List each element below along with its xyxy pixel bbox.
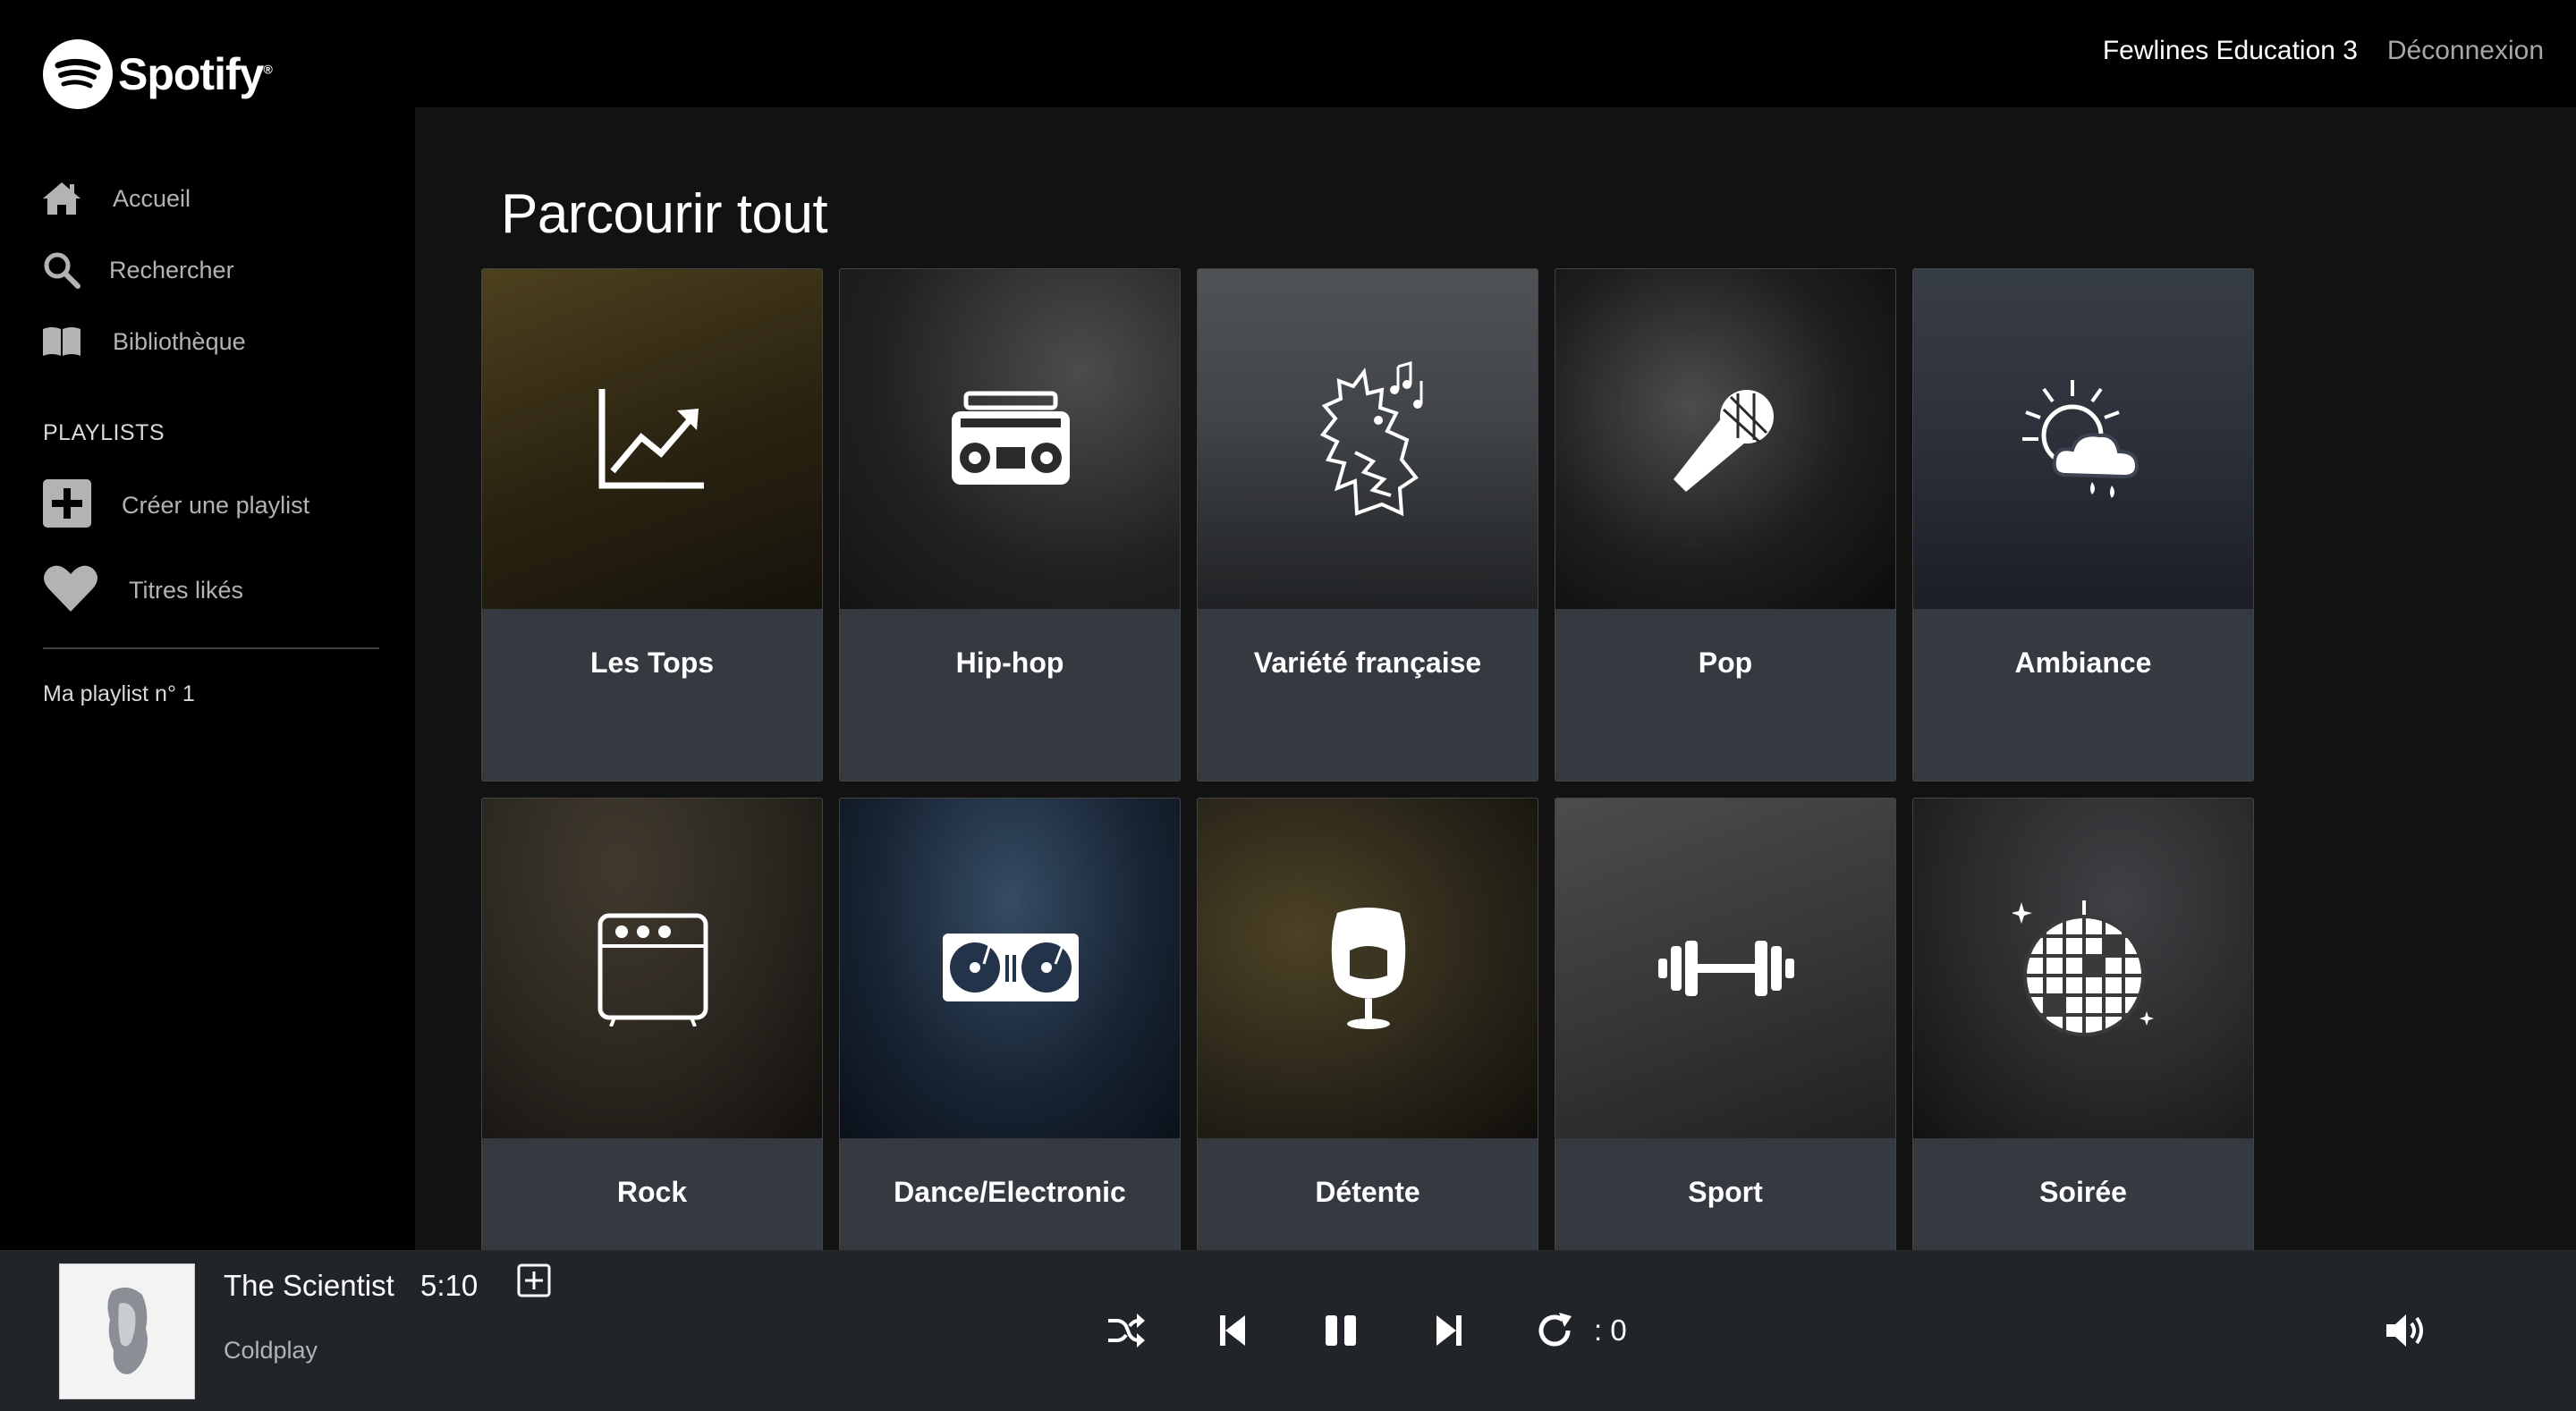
category-card-variete-francaise[interactable]: Variété française — [1197, 268, 1538, 782]
category-image — [840, 269, 1180, 609]
heart-icon — [43, 563, 98, 618]
category-image — [1555, 269, 1895, 609]
category-title: Détente — [1315, 1175, 1420, 1208]
category-image — [1913, 798, 2253, 1138]
shuffle-icon — [1108, 1314, 1145, 1348]
egg-chair-icon — [1331, 908, 1406, 1029]
category-card-soiree[interactable]: Soirée — [1912, 798, 2254, 1250]
category-card-les-tops[interactable]: Les Tops — [481, 268, 823, 782]
category-image — [1198, 798, 1538, 1138]
nav-item-accueil[interactable]: Accueil — [41, 163, 246, 234]
main-nav: Accueil Rechercher Bibliothèque — [41, 163, 246, 377]
category-card-sport[interactable]: Sport — [1555, 798, 1896, 1250]
main-content: Parcourir tout Les Tops Hip-hop Variété … — [415, 107, 2576, 1250]
microphone-icon — [1674, 390, 1774, 492]
user-name: Fewlines Education 3 — [2102, 36, 2358, 65]
sidebar-divider — [43, 647, 379, 649]
category-image — [1555, 798, 1895, 1138]
category-image — [482, 798, 822, 1138]
create-playlist-label: Créer une playlist — [122, 492, 310, 519]
track-duration: 5:10 — [420, 1269, 479, 1302]
nav-item-bibliotheque[interactable]: Bibliothèque — [41, 306, 246, 377]
category-image — [840, 798, 1180, 1138]
repeat-count: : 0 — [1594, 1314, 1627, 1347]
pause-button[interactable] — [1317, 1306, 1365, 1355]
category-card-pop[interactable]: Pop — [1555, 268, 1896, 782]
category-image — [482, 269, 822, 609]
category-title: Variété française — [1253, 646, 1482, 679]
category-card-ambiance[interactable]: Ambiance — [1912, 268, 2254, 782]
playlist-item[interactable]: Ma playlist n° 1 — [43, 681, 195, 707]
nav-item-rechercher[interactable]: Rechercher — [41, 234, 246, 306]
add-square-outline-icon — [517, 1263, 551, 1297]
playlists-heading: PLAYLISTS — [43, 420, 165, 445]
category-grid: Les Tops Hip-hop Variété française Pop A… — [481, 268, 2254, 1250]
previous-button[interactable] — [1209, 1306, 1258, 1355]
shuffle-button[interactable] — [1102, 1306, 1150, 1355]
volume-button[interactable] — [2383, 1306, 2431, 1355]
amplifier-icon — [597, 913, 708, 1027]
pause-icon — [1326, 1315, 1356, 1346]
page-title: Parcourir tout — [501, 183, 828, 245]
home-icon — [41, 178, 82, 219]
category-image — [1913, 269, 2253, 609]
category-title: Sport — [1688, 1175, 1763, 1208]
category-card-dance-electronic[interactable]: Dance/Electronic — [839, 798, 1181, 1250]
track-artist: Coldplay — [224, 1337, 318, 1364]
liked-titles-button[interactable]: Titres likés — [43, 563, 243, 618]
search-icon — [41, 249, 82, 291]
category-title: Ambiance — [2014, 646, 2152, 679]
player-bar: The Scientist 5:10 Coldplay: 0 — [0, 1250, 2576, 1411]
create-playlist-button[interactable]: Créer une playlist — [43, 479, 309, 532]
category-image — [1198, 269, 1538, 609]
category-title: Les Tops — [589, 646, 715, 679]
category-card-hip-hop[interactable]: Hip-hop — [839, 268, 1181, 782]
turntables-icon — [943, 934, 1079, 1001]
category-title: Dance/Electronic — [894, 1175, 1126, 1208]
add-square-icon — [43, 479, 91, 532]
album-cover[interactable] — [59, 1263, 195, 1399]
category-card-rock[interactable]: Rock — [481, 798, 823, 1250]
top-bar: Fewlines Education 3 Déconnexion — [415, 0, 2576, 107]
nav-label: Accueil — [113, 184, 191, 212]
liked-titles-label: Titres likés — [129, 577, 244, 604]
spotify-wordmark: Spotify® — [118, 49, 273, 99]
repeat-icon — [1538, 1313, 1572, 1347]
rooster-icon — [1319, 361, 1423, 517]
weather-icon — [2022, 380, 2140, 498]
nav-label: Rechercher — [109, 256, 234, 283]
add-to-playlist-button[interactable] — [517, 1263, 553, 1299]
library-icon — [41, 321, 82, 362]
repeat-button[interactable] — [1531, 1306, 1580, 1355]
volume-icon — [2386, 1314, 2423, 1347]
previous-icon — [1220, 1315, 1245, 1346]
disco-ball-icon — [2012, 900, 2154, 1036]
boombox-icon — [952, 391, 1070, 485]
category-title: Hip-hop — [955, 646, 1064, 679]
category-card-detente[interactable]: Détente — [1197, 798, 1538, 1250]
next-icon — [1436, 1315, 1462, 1346]
category-title: Pop — [1698, 646, 1753, 679]
trending-chart-icon — [598, 389, 704, 489]
sidebar: Spotify® Accueil Rechercher Bibliothèque… — [0, 0, 415, 1250]
next-button[interactable] — [1424, 1306, 1472, 1355]
playback-controls: : 0 — [1102, 1306, 1627, 1355]
dumbbell-icon — [1658, 941, 1794, 996]
category-title: Rock — [616, 1175, 688, 1208]
track-title: The Scientist — [224, 1269, 394, 1302]
logout-link[interactable]: Déconnexion — [2387, 36, 2544, 66]
spotify-logo[interactable]: Spotify® — [43, 39, 273, 109]
category-title: Soirée — [2039, 1175, 2127, 1208]
nav-label: Bibliothèque — [113, 327, 246, 355]
spotify-logo-icon — [43, 39, 113, 109]
